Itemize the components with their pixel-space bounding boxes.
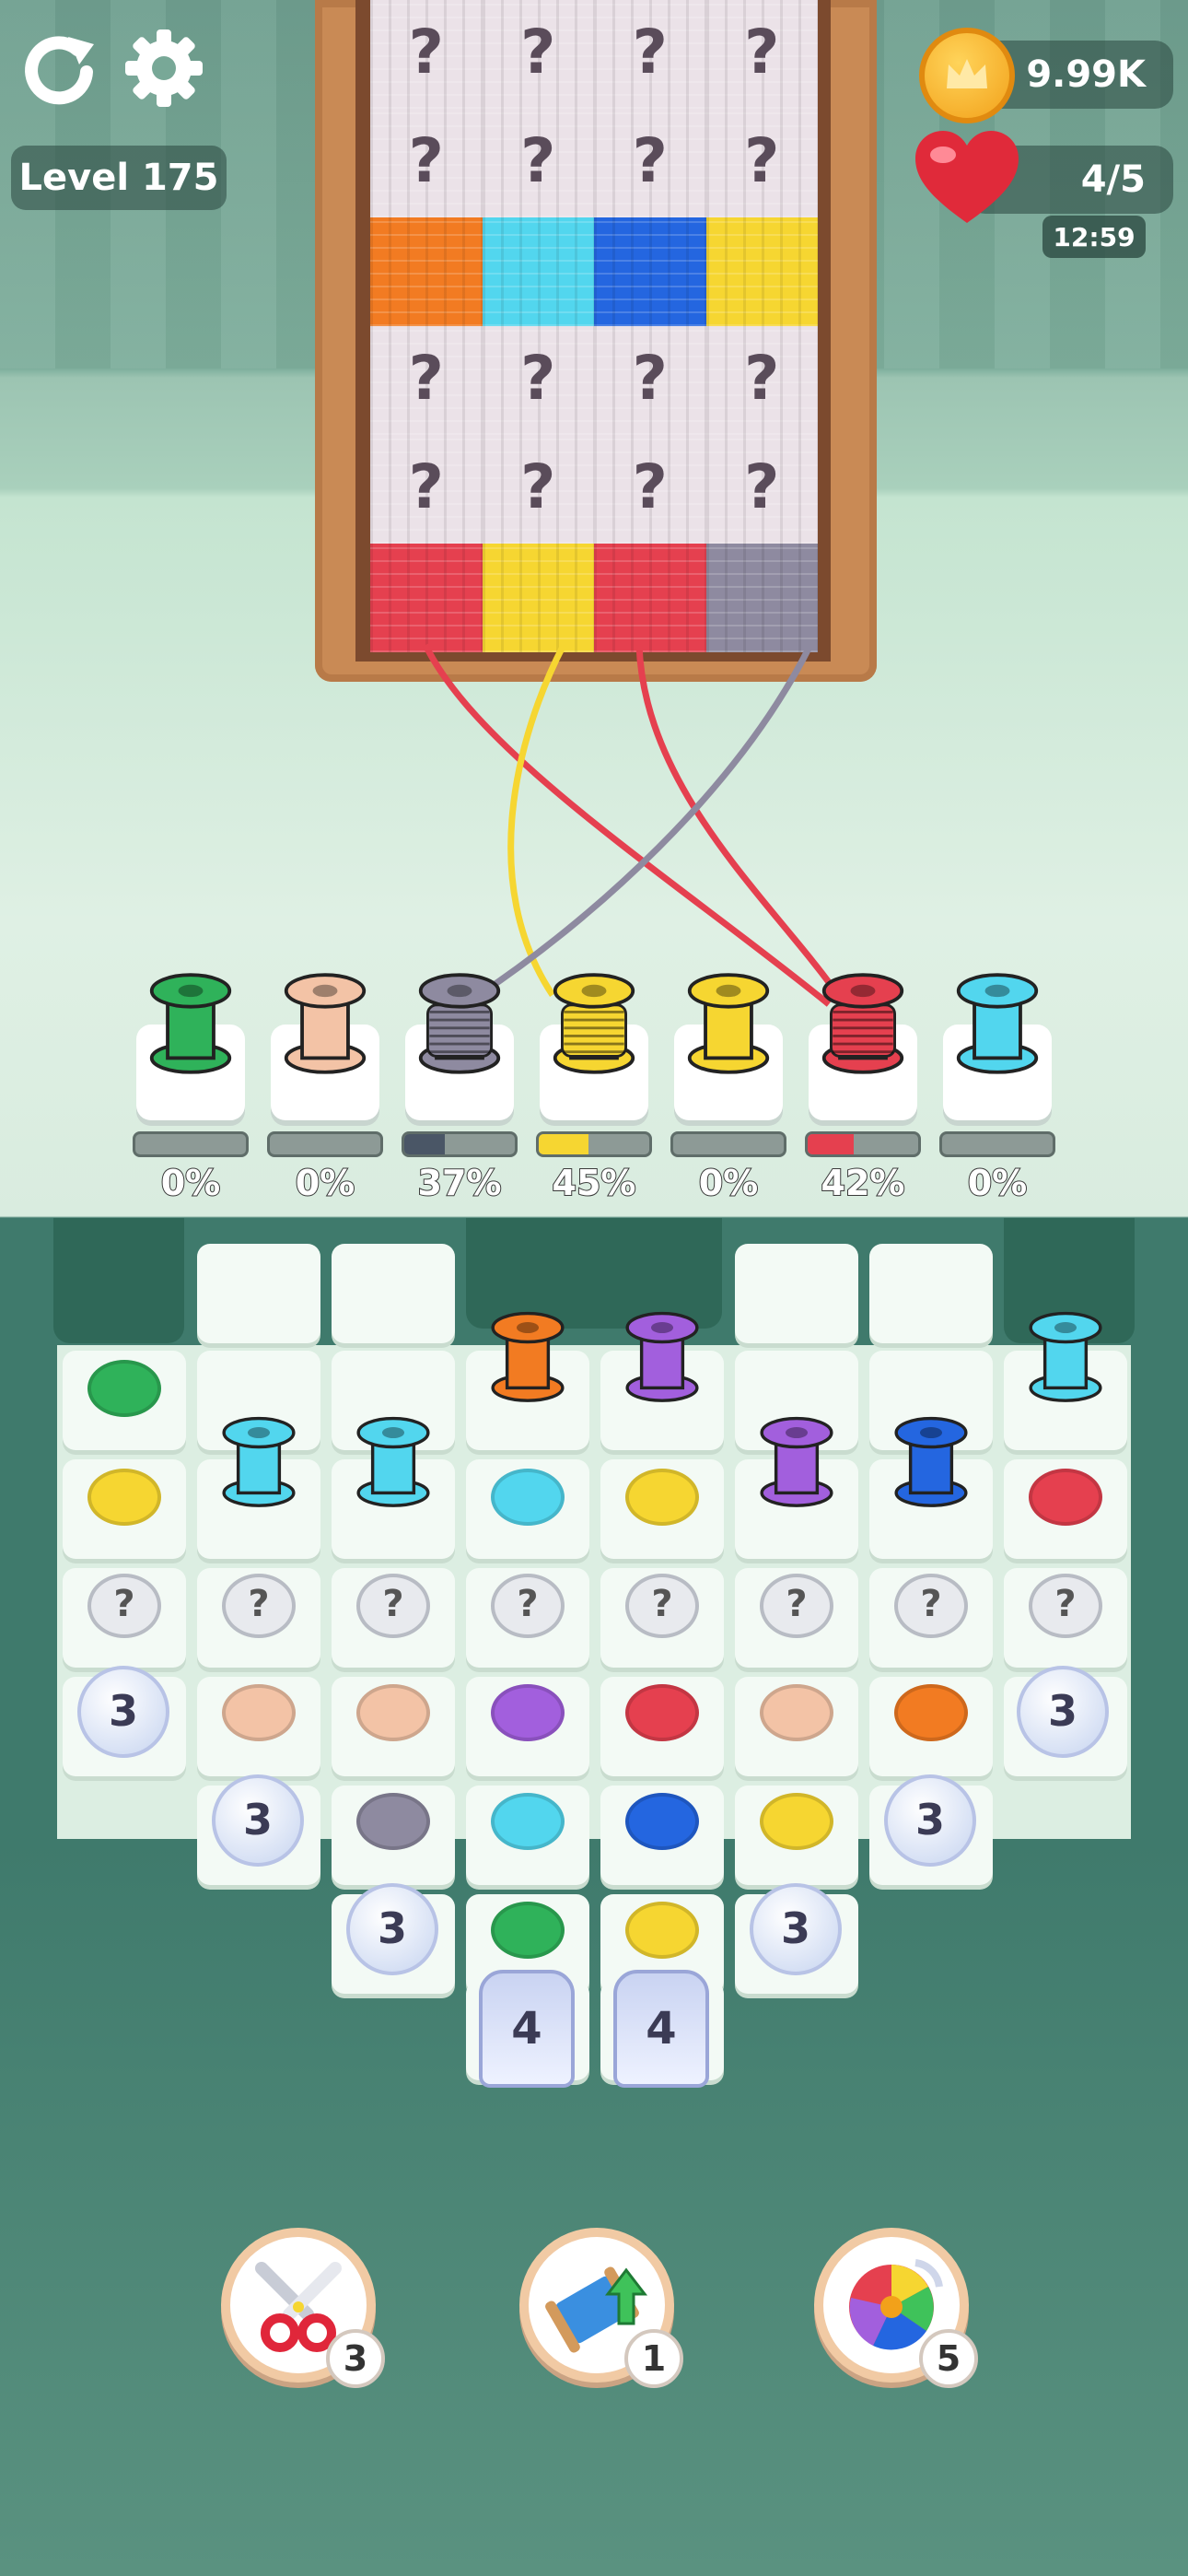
progress-bar (670, 1131, 786, 1157)
progress-label: 42% (821, 1162, 906, 1204)
progress-fill (539, 1134, 588, 1154)
hidden-disc[interactable]: ? (222, 1574, 296, 1638)
orange-disc[interactable] (894, 1684, 968, 1741)
purple-disc[interactable] (491, 1684, 565, 1741)
hidden-disc[interactable]: ? (491, 1574, 565, 1638)
progress-bar (536, 1131, 652, 1157)
board-tile (332, 1244, 455, 1343)
peach-spool[interactable] (281, 969, 369, 1076)
progress-bar (267, 1131, 383, 1157)
gray-disc[interactable] (356, 1793, 430, 1850)
orange-spool[interactable] (488, 1308, 567, 1404)
yellow-spool[interactable] (684, 969, 773, 1076)
hidden-disc[interactable]: ? (894, 1574, 968, 1638)
hidden-disc[interactable]: ? (625, 1574, 699, 1638)
progress-bar (133, 1131, 249, 1157)
blue-spool[interactable] (891, 1413, 971, 1509)
hidden-disc[interactable]: ? (87, 1574, 161, 1638)
peach-disc[interactable] (356, 1684, 430, 1741)
locked-slot[interactable]: 3 (750, 1883, 842, 1975)
cyan-disc[interactable] (491, 1793, 565, 1850)
hidden-disc[interactable]: ? (760, 1574, 833, 1638)
red-disc[interactable] (1029, 1469, 1102, 1526)
gray-spool[interactable] (415, 969, 504, 1076)
progress-label: 0% (295, 1162, 356, 1204)
progress-fill (808, 1134, 855, 1154)
booster-count-badge: 5 (919, 2329, 978, 2388)
red-disc[interactable] (625, 1684, 699, 1741)
locked-slot[interactable]: 3 (1017, 1666, 1109, 1758)
yellow-disc[interactable] (625, 1469, 699, 1526)
green-disc[interactable] (491, 1902, 565, 1959)
yarn-threads (422, 643, 841, 1007)
hidden-disc[interactable]: ? (1029, 1574, 1102, 1638)
peach-disc[interactable] (222, 1684, 296, 1741)
green-spool[interactable] (146, 969, 235, 1076)
board-tile (869, 1244, 993, 1343)
booster-count-badge: 3 (326, 2329, 385, 2388)
yellow-disc[interactable] (87, 1469, 161, 1526)
cyan-spool[interactable] (219, 1413, 298, 1509)
tall-locked-slot[interactable]: 4 (613, 1970, 709, 2088)
yellow-disc[interactable] (625, 1902, 699, 1959)
locked-slot[interactable]: 3 (346, 1883, 438, 1975)
locked-slot[interactable]: 3 (77, 1666, 169, 1758)
progress-bar (939, 1131, 1055, 1157)
yellow-disc[interactable] (760, 1793, 833, 1850)
red-spool[interactable] (819, 969, 907, 1076)
yellow-spool[interactable] (550, 969, 638, 1076)
locked-slot[interactable]: 3 (884, 1774, 976, 1867)
progress-label: 0% (967, 1162, 1029, 1204)
green-disc[interactable] (87, 1360, 161, 1417)
locked-slot[interactable]: 3 (212, 1774, 304, 1867)
board-notch-left (53, 1218, 184, 1343)
cyan-spool[interactable] (953, 969, 1042, 1076)
tall-locked-slot[interactable]: 4 (479, 1970, 575, 2088)
cyan-spool[interactable] (354, 1413, 433, 1509)
purple-spool[interactable] (757, 1413, 836, 1509)
cyan-spool[interactable] (1026, 1308, 1105, 1404)
progress-fill (404, 1134, 446, 1154)
blue-disc[interactable] (625, 1793, 699, 1850)
progress-label: 0% (698, 1162, 760, 1204)
progress-label: 0% (160, 1162, 222, 1204)
purple-spool[interactable] (623, 1308, 702, 1404)
progress-bar (805, 1131, 921, 1157)
progress-label: 45% (552, 1162, 637, 1204)
hidden-disc[interactable]: ? (356, 1574, 430, 1638)
cyan-disc[interactable] (491, 1469, 565, 1526)
progress-bar (402, 1131, 518, 1157)
board-tile (197, 1244, 320, 1343)
peach-disc[interactable] (760, 1684, 833, 1741)
board-tile (735, 1244, 858, 1343)
booster-count-badge: 1 (624, 2329, 683, 2388)
progress-label: 37% (417, 1162, 503, 1204)
